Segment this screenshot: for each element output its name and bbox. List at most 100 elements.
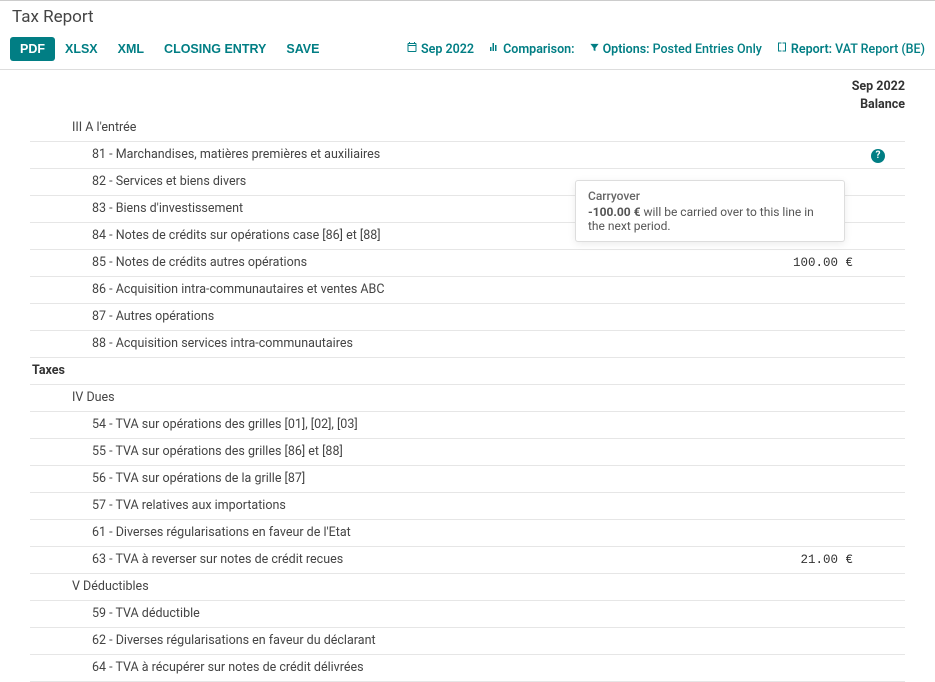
row-value xyxy=(745,331,855,358)
row-info xyxy=(855,385,905,412)
options-selector[interactable]: Options:Posted Entries Only xyxy=(589,42,762,57)
closing-entry-button[interactable]: CLOSING ENTRY xyxy=(154,37,276,61)
row-value xyxy=(745,628,855,655)
row-value xyxy=(745,385,855,412)
report-content: Sep 2022 Balance III A l'entrée81 - Marc… xyxy=(0,70,935,682)
column-balance: Balance xyxy=(852,96,905,114)
row-label: 64 - TVA à récupérer sur notes de crédit… xyxy=(30,655,745,682)
row-value xyxy=(745,115,855,142)
table-row[interactable]: 86 - Acquisition intra-communautaires et… xyxy=(30,277,905,304)
toolbar: PDF XLSX XML CLOSING ENTRY SAVE Sep 2022… xyxy=(0,33,935,70)
column-period: Sep 2022 xyxy=(852,78,905,96)
row-info xyxy=(855,277,905,304)
row-value xyxy=(745,142,855,169)
table-row[interactable]: 81 - Marchandises, matières premières et… xyxy=(30,142,905,169)
row-label: 59 - TVA déductible xyxy=(30,601,745,628)
row-label: 63 - TVA à reverser sur notes de crédit … xyxy=(30,547,745,574)
table-row[interactable]: 57 - TVA relatives aux importations xyxy=(30,493,905,520)
row-info xyxy=(855,250,905,277)
row-info xyxy=(855,655,905,682)
table-row[interactable]: 64 - TVA à récupérer sur notes de crédit… xyxy=(30,655,905,682)
filter-icon xyxy=(589,42,600,57)
row-info xyxy=(855,493,905,520)
options-label: Options: xyxy=(603,42,650,57)
row-value xyxy=(745,439,855,466)
help-icon[interactable]: ? xyxy=(871,149,885,163)
row-value xyxy=(745,520,855,547)
book-icon xyxy=(776,41,788,57)
row-value xyxy=(745,358,855,385)
save-button[interactable]: SAVE xyxy=(276,37,329,61)
row-value xyxy=(745,493,855,520)
row-value xyxy=(745,466,855,493)
row-value: 100.00 € xyxy=(745,250,855,277)
options-value: Posted Entries Only xyxy=(653,42,762,57)
report-selector[interactable]: Report: VAT Report (BE) xyxy=(776,41,925,57)
table-row[interactable]: 56 - TVA sur opérations de la grille [87… xyxy=(30,466,905,493)
table-row[interactable]: 63 - TVA à reverser sur notes de crédit … xyxy=(30,547,905,574)
xlsx-button[interactable]: XLSX xyxy=(55,37,108,61)
row-value xyxy=(745,277,855,304)
carryover-tooltip: Carryover -100.00 € will be carried over… xyxy=(575,180,845,242)
row-info xyxy=(855,601,905,628)
row-info xyxy=(855,520,905,547)
table-row[interactable]: Taxes xyxy=(30,358,905,385)
row-info xyxy=(855,466,905,493)
bar-chart-icon xyxy=(488,41,500,57)
report-value: VAT Report (BE) xyxy=(835,42,925,57)
page-title: Tax Report xyxy=(0,1,935,33)
xml-button[interactable]: XML xyxy=(108,37,154,61)
row-info: ? xyxy=(855,142,905,169)
table-row[interactable]: 61 - Diverses régularisations en faveur … xyxy=(30,520,905,547)
row-label: 87 - Autres opérations xyxy=(30,304,745,331)
row-info xyxy=(855,628,905,655)
row-label: III A l'entrée xyxy=(30,115,745,142)
row-label: IV Dues xyxy=(30,385,745,412)
table-row[interactable]: 62 - Diverses régularisations en faveur … xyxy=(30,628,905,655)
column-header-row: Sep 2022 Balance xyxy=(30,70,905,115)
row-value xyxy=(745,655,855,682)
table-row[interactable]: 59 - TVA déductible xyxy=(30,601,905,628)
table-row[interactable]: III A l'entrée xyxy=(30,115,905,142)
row-label: 88 - Acquisition services intra-communau… xyxy=(30,331,745,358)
row-label: 54 - TVA sur opérations des grilles [01]… xyxy=(30,412,745,439)
row-label: V Déductibles xyxy=(30,574,745,601)
table-row[interactable]: V Déductibles xyxy=(30,574,905,601)
column-header: Sep 2022 Balance xyxy=(852,78,905,113)
row-value xyxy=(745,412,855,439)
comparison-selector[interactable]: Comparison: xyxy=(488,41,574,57)
row-info xyxy=(855,196,905,223)
row-label: Taxes xyxy=(30,358,745,385)
tooltip-title: Carryover xyxy=(588,189,832,203)
row-value xyxy=(745,304,855,331)
row-label: 61 - Diverses régularisations en faveur … xyxy=(30,520,745,547)
row-info xyxy=(855,547,905,574)
period-value: Sep 2022 xyxy=(421,42,474,57)
row-label: 55 - TVA sur opérations des grilles [86]… xyxy=(30,439,745,466)
table-row[interactable]: 88 - Acquisition services intra-communau… xyxy=(30,331,905,358)
table-row[interactable]: 55 - TVA sur opérations des grilles [86]… xyxy=(30,439,905,466)
row-info xyxy=(855,331,905,358)
row-value xyxy=(745,574,855,601)
row-info xyxy=(855,358,905,385)
row-info xyxy=(855,115,905,142)
row-label: 86 - Acquisition intra-communautaires et… xyxy=(30,277,745,304)
table-row[interactable]: 87 - Autres opérations xyxy=(30,304,905,331)
row-info xyxy=(855,574,905,601)
table-row[interactable]: IV Dues xyxy=(30,385,905,412)
row-info xyxy=(855,304,905,331)
tooltip-body: -100.00 € will be carried over to this l… xyxy=(588,205,832,233)
row-label: 62 - Diverses régularisations en faveur … xyxy=(30,628,745,655)
pdf-button[interactable]: PDF xyxy=(10,37,55,61)
calendar-icon xyxy=(406,41,418,57)
row-info xyxy=(855,169,905,196)
tooltip-amount: -100.00 € xyxy=(588,205,641,219)
table-row[interactable]: 54 - TVA sur opérations des grilles [01]… xyxy=(30,412,905,439)
row-info xyxy=(855,439,905,466)
row-info xyxy=(855,412,905,439)
row-info xyxy=(855,223,905,250)
row-value: 21.00 € xyxy=(745,547,855,574)
table-row[interactable]: 85 - Notes de crédits autres opérations1… xyxy=(30,250,905,277)
row-label: 56 - TVA sur opérations de la grille [87… xyxy=(30,466,745,493)
period-selector[interactable]: Sep 2022 xyxy=(406,41,474,57)
